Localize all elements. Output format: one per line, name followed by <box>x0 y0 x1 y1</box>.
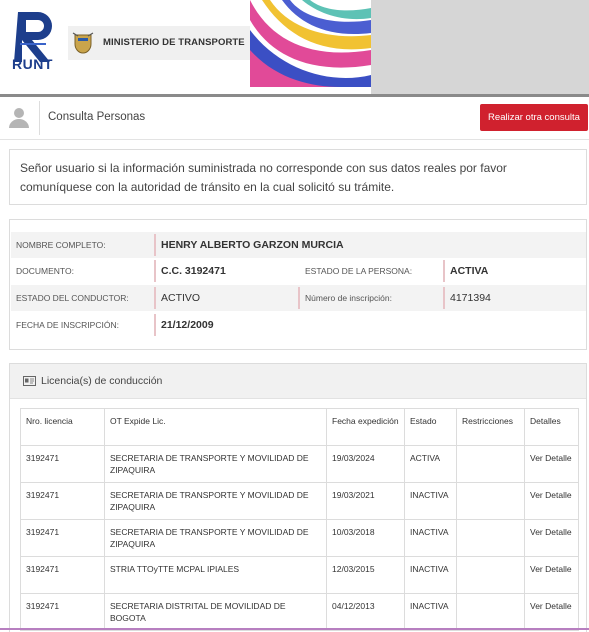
view-detail-link[interactable]: Ver Detalle <box>530 453 572 463</box>
new-query-button[interactable]: Realizar otra consulta <box>480 104 588 131</box>
registration-number-label: Número de inscripción: <box>305 293 392 303</box>
full-name-label: NOMBRE COMPLETO: <box>16 240 106 250</box>
document-value: C.C. 3192471 <box>161 265 226 277</box>
field-divider <box>154 287 156 309</box>
driver-status-value: ACTIVO <box>161 292 201 304</box>
license-restrictions <box>456 482 525 520</box>
notice-message: Señor usuario si la información suminist… <box>9 149 587 205</box>
field-divider <box>443 260 445 282</box>
info-row-name: NOMBRE COMPLETO: HENRY ALBERTO GARZON MU… <box>11 232 586 258</box>
license-status: ACTIVA <box>404 445 457 483</box>
license-status: INACTIVA <box>404 556 457 594</box>
license-status: INACTIVA <box>404 482 457 520</box>
license-issuer: SECRETARIA DISTRITAL DE MOVILIDAD DE BOG… <box>104 593 327 631</box>
header-banner: RUNT MINISTERIO DE TRANSPORTE <box>0 0 589 97</box>
field-divider <box>298 287 300 309</box>
licenses-title: Licencia(s) de conducción <box>41 375 163 387</box>
user-icon <box>9 108 29 128</box>
license-restrictions <box>456 445 525 483</box>
col-issuer: OT Expide Lic. <box>104 408 327 446</box>
licenses-table: Nro. licencia OT Expide Lic. Fecha exped… <box>20 408 579 631</box>
licenses-header: Licencia(s) de conducción <box>10 364 586 399</box>
table-row: 3192471 SECRETARIA DE TRANSPORTE Y MOVIL… <box>20 445 579 483</box>
field-divider <box>154 314 156 336</box>
license-number: 3192471 <box>20 445 105 483</box>
id-card-icon <box>23 376 36 386</box>
license-number: 3192471 <box>20 482 105 520</box>
view-detail-link[interactable]: Ver Detalle <box>530 564 572 574</box>
license-issuer: STRIA TTOyTTE MCPAL IPIALES <box>104 556 327 594</box>
table-row: 3192471 STRIA TTOyTTE MCPAL IPIALES 12/0… <box>20 556 579 594</box>
person-status-value: ACTIVA <box>450 265 489 277</box>
view-detail-link[interactable]: Ver Detalle <box>530 490 572 500</box>
license-number: 3192471 <box>20 519 105 557</box>
license-number: 3192471 <box>20 593 105 631</box>
col-status: Estado <box>404 408 457 446</box>
ministry-name: MINISTERIO DE TRANSPORTE <box>103 37 245 48</box>
info-row-document: DOCUMENTO: C.C. 3192471 ESTADO DE LA PER… <box>11 258 586 284</box>
table-row: 3192471 SECRETARIA DE TRANSPORTE Y MOVIL… <box>20 482 579 520</box>
info-row-date: FECHA DE INSCRIPCIÓN: 21/12/2009 <box>11 312 586 338</box>
info-row-driver: ESTADO DEL CONDUCTOR: ACTIVO Número de i… <box>11 285 586 311</box>
license-restrictions <box>456 519 525 557</box>
header-grey-panel <box>371 0 589 95</box>
license-date: 12/03/2015 <box>326 556 405 594</box>
view-detail-link[interactable]: Ver Detalle <box>530 601 572 611</box>
field-divider <box>443 287 445 309</box>
license-issuer: SECRETARIA DE TRANSPORTE Y MOVILIDAD DE … <box>104 445 327 483</box>
col-license-number: Nro. licencia <box>20 408 105 446</box>
runt-wordmark: RUNT <box>12 56 53 72</box>
license-restrictions <box>456 556 525 594</box>
driver-status-label: ESTADO DEL CONDUCTOR: <box>16 293 129 303</box>
license-issuer: SECRETARIA DE TRANSPORTE Y MOVILIDAD DE … <box>104 519 327 557</box>
table-header-row: Nro. licencia OT Expide Lic. Fecha exped… <box>20 408 579 446</box>
col-restrictions: Restricciones <box>456 408 525 446</box>
field-divider <box>154 260 156 282</box>
table-row: 3192471 SECRETARIA DE TRANSPORTE Y MOVIL… <box>20 519 579 557</box>
license-status: INACTIVA <box>404 593 457 631</box>
license-status: INACTIVA <box>404 519 457 557</box>
license-number: 3192471 <box>20 556 105 594</box>
registration-date-value: 21/12/2009 <box>161 319 214 331</box>
full-name-value: HENRY ALBERTO GARZON MURCIA <box>161 239 344 251</box>
license-date: 19/03/2024 <box>326 445 405 483</box>
license-date: 10/03/2018 <box>326 519 405 557</box>
bottom-divider <box>0 628 589 630</box>
col-details: Detalles <box>524 408 579 446</box>
col-issue-date: Fecha expedición <box>326 408 405 446</box>
document-label: DOCUMENTO: <box>16 266 74 276</box>
registration-number-value: 4171394 <box>450 292 491 304</box>
decorative-waves <box>250 0 371 87</box>
license-restrictions <box>456 593 525 631</box>
registration-date-label: FECHA DE INSCRIPCIÓN: <box>16 320 119 330</box>
license-issuer: SECRETARIA DE TRANSPORTE Y MOVILIDAD DE … <box>104 482 327 520</box>
license-date: 19/03/2021 <box>326 482 405 520</box>
person-info-panel: NOMBRE COMPLETO: HENRY ALBERTO GARZON MU… <box>9 219 587 350</box>
coat-of-arms-icon <box>72 32 94 54</box>
page-title: Consulta Personas <box>48 111 146 123</box>
license-date: 04/12/2013 <box>326 593 405 631</box>
view-detail-link[interactable]: Ver Detalle <box>530 527 572 537</box>
table-row: 3192471 SECRETARIA DISTRITAL DE MOVILIDA… <box>20 593 579 631</box>
page-titlebar: Consulta Personas Realizar otra consulta <box>0 97 589 140</box>
licenses-panel: Licencia(s) de conducción Nro. licencia … <box>9 363 587 632</box>
title-separator <box>39 101 40 135</box>
field-divider <box>154 234 156 256</box>
person-status-label: ESTADO DE LA PERSONA: <box>305 266 413 276</box>
